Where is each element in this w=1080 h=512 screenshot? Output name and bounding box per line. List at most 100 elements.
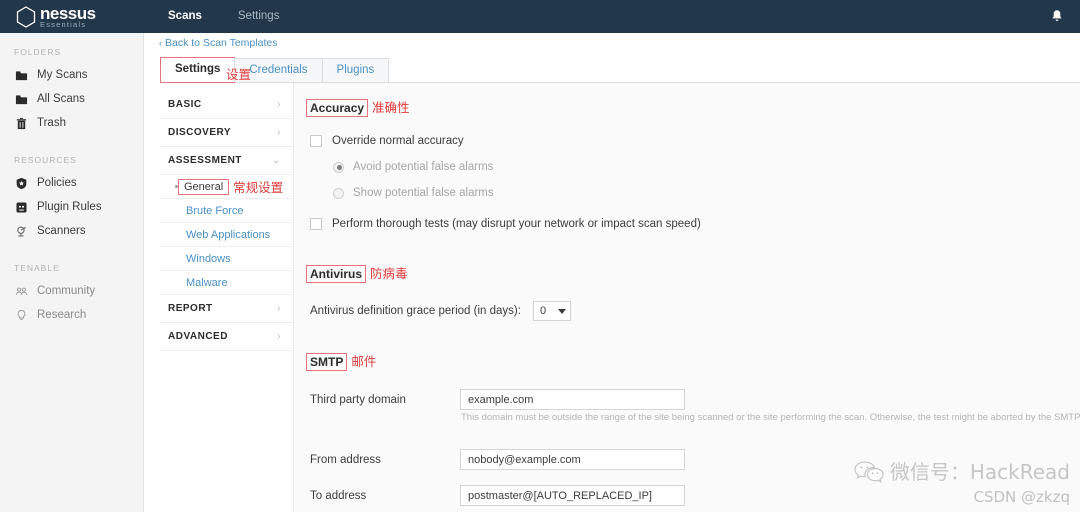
setnav-item-windows[interactable]: Windows bbox=[160, 247, 293, 271]
perform-thorough-tests-label: Perform thorough tests (may disrupt your… bbox=[332, 218, 701, 230]
tab-label: Credentials bbox=[249, 64, 308, 76]
nessus-logo[interactable]: nessus Essentials bbox=[0, 0, 130, 33]
nav-item-scans[interactable]: Scans bbox=[150, 0, 220, 33]
sidebar-item-label: Community bbox=[37, 285, 96, 297]
sidebar-group-title-resources: RESOURCES bbox=[14, 155, 77, 165]
setnav-item-brute-force[interactable]: Brute Force bbox=[160, 199, 293, 223]
antivirus-grace-period-row: Antivirus definition grace period (in da… bbox=[294, 301, 1080, 321]
avoid-false-alarms-radio[interactable] bbox=[333, 161, 344, 173]
section-title-antivirus: Antivirus bbox=[306, 265, 367, 283]
show-false-alarms-label: Show potential false alarms bbox=[353, 187, 494, 199]
sidebar-item-trash[interactable]: Trash bbox=[0, 111, 143, 135]
lightbulb-icon bbox=[14, 308, 28, 322]
bell-icon[interactable] bbox=[1050, 9, 1064, 24]
section-antivirus: Antivirus 防病毒 Antivirus definition grace … bbox=[294, 263, 1080, 321]
sidebar-item-label: All Scans bbox=[37, 93, 85, 105]
sidebar-group-title-tenable: TENABLE bbox=[14, 263, 60, 273]
section-title-accuracy: Accuracy bbox=[306, 99, 369, 117]
back-to-scan-templates-link[interactable]: ‹ Back to Scan Templates bbox=[159, 37, 277, 49]
plugin-icon bbox=[14, 200, 28, 214]
third-party-domain-row: Third party domain bbox=[294, 389, 1080, 410]
trash-icon bbox=[14, 116, 28, 130]
annotation-settings-cn: 设置 bbox=[226, 67, 252, 82]
chevron-down-icon: ⌄ bbox=[272, 155, 281, 166]
sidebar-item-plugin-rules[interactable]: Plugin Rules bbox=[0, 195, 143, 219]
chevron-right-icon: › bbox=[277, 99, 281, 110]
top-navigation-bar: nessus Essentials Scans Settings bbox=[0, 0, 1080, 33]
tab-settings[interactable]: Settings bbox=[160, 57, 236, 83]
sidebar-item-community[interactable]: Community bbox=[0, 279, 143, 303]
people-icon bbox=[14, 284, 28, 298]
sidebar-item-label: Research bbox=[37, 309, 87, 321]
folder-icon bbox=[14, 92, 28, 106]
setnav-group-label: ASSESSMENT bbox=[168, 155, 242, 166]
annotation-antivirus-cn: 防病毒 bbox=[370, 266, 408, 281]
setnav-group-label: BASIC bbox=[168, 99, 202, 110]
section-accuracy: Accuracy 准确性 Override normal accuracy Avo… bbox=[294, 97, 1080, 230]
sidebar-group-title-folders: FOLDERS bbox=[14, 47, 62, 57]
nav-item-settings[interactable]: Settings bbox=[220, 0, 298, 33]
setnav-item-web-applications[interactable]: Web Applications bbox=[160, 223, 293, 247]
antivirus-grace-period-select[interactable]: 0 bbox=[532, 301, 571, 321]
sidebar-item-label: Trash bbox=[37, 117, 66, 129]
avoid-false-alarms-label: Avoid potential false alarms bbox=[353, 161, 494, 173]
to-address-input[interactable] bbox=[460, 485, 685, 506]
setnav-group-assessment[interactable]: ASSESSMENT ⌄ bbox=[160, 147, 293, 175]
third-party-domain-input[interactable] bbox=[460, 389, 685, 410]
setnav-group-report[interactable]: REPORT › bbox=[160, 295, 293, 323]
scan-settings-nav: BASIC › DISCOVERY › ASSESSMENT ⌄ General… bbox=[160, 83, 294, 512]
setnav-group-label: DISCOVERY bbox=[168, 127, 232, 138]
sidebar-item-my-scans[interactable]: My Scans bbox=[0, 63, 143, 87]
sidebar-item-label: Scanners bbox=[37, 225, 86, 237]
setnav-item-label: Windows bbox=[186, 252, 231, 265]
sidebar-item-label: Policies bbox=[37, 177, 77, 189]
sidebar-item-policies[interactable]: Policies bbox=[0, 171, 143, 195]
shield-icon bbox=[14, 176, 28, 190]
folder-icon bbox=[14, 68, 28, 82]
sidebar-item-all-scans[interactable]: All Scans bbox=[0, 87, 143, 111]
nessus-app-window: nessus Essentials Scans Settings FOLDERS… bbox=[0, 0, 1080, 512]
chevron-right-icon: › bbox=[277, 331, 281, 342]
scanner-icon bbox=[14, 224, 28, 238]
annotation-general-cn: 常规设置 bbox=[233, 180, 284, 195]
setnav-group-advanced[interactable]: ADVANCED › bbox=[160, 323, 293, 351]
avoid-false-alarms-row: Avoid potential false alarms bbox=[294, 161, 1080, 173]
override-normal-accuracy-checkbox[interactable] bbox=[310, 135, 322, 147]
setnav-item-label: Brute Force bbox=[186, 204, 244, 217]
setnav-item-label: Malware bbox=[186, 276, 228, 289]
setnav-item-general[interactable]: General 常规设置 bbox=[160, 175, 293, 199]
setnav-group-basic[interactable]: BASIC › bbox=[160, 91, 293, 119]
back-link-label: Back to Scan Templates bbox=[165, 37, 278, 49]
annotation-smtp-cn: 邮件 bbox=[351, 354, 377, 369]
sidebar-item-research[interactable]: Research bbox=[0, 303, 143, 327]
sidebar-item-label: My Scans bbox=[37, 69, 88, 81]
chevron-left-icon: ‹ bbox=[159, 38, 162, 48]
setnav-group-discovery[interactable]: DISCOVERY › bbox=[160, 119, 293, 147]
override-normal-accuracy-row: Override normal accuracy bbox=[294, 135, 1080, 147]
from-address-input[interactable] bbox=[460, 449, 685, 470]
antivirus-grace-period-value: 0 bbox=[539, 305, 547, 317]
section-title-smtp: SMTP bbox=[306, 353, 348, 371]
third-party-domain-label: Third party domain bbox=[310, 393, 406, 406]
main-region: ‹ Back to Scan Templates Settings Credent… bbox=[144, 33, 1080, 512]
sidebar-item-label: Plugin Rules bbox=[37, 201, 102, 213]
to-address-label: To address bbox=[310, 489, 367, 502]
nessus-hexagon-icon bbox=[16, 5, 36, 28]
chevron-right-icon: › bbox=[277, 303, 281, 314]
antivirus-grace-period-label: Antivirus definition grace period (in da… bbox=[310, 305, 521, 317]
setnav-item-label: Web Applications bbox=[186, 228, 271, 241]
setnav-item-label: General bbox=[178, 178, 230, 195]
tab-label: Plugins bbox=[336, 64, 375, 76]
setnav-item-malware[interactable]: Malware bbox=[160, 271, 293, 295]
show-false-alarms-row: Show potential false alarms bbox=[294, 187, 1080, 199]
tab-bar: Settings Credentials Plugins 设置 bbox=[160, 57, 1080, 83]
third-party-domain-helper-text: This domain must be outside the range of… bbox=[461, 412, 1080, 423]
sidebar-item-scanners[interactable]: Scanners bbox=[0, 219, 143, 243]
to-address-row: To address bbox=[294, 485, 1080, 506]
top-nav-links: Scans Settings bbox=[150, 0, 297, 33]
tab-plugins[interactable]: Plugins bbox=[321, 58, 390, 82]
perform-thorough-tests-checkbox[interactable] bbox=[310, 218, 322, 230]
show-false-alarms-radio[interactable] bbox=[333, 187, 344, 199]
section-smtp: SMTP邮件 Third party domain This domain mu… bbox=[294, 351, 1080, 506]
